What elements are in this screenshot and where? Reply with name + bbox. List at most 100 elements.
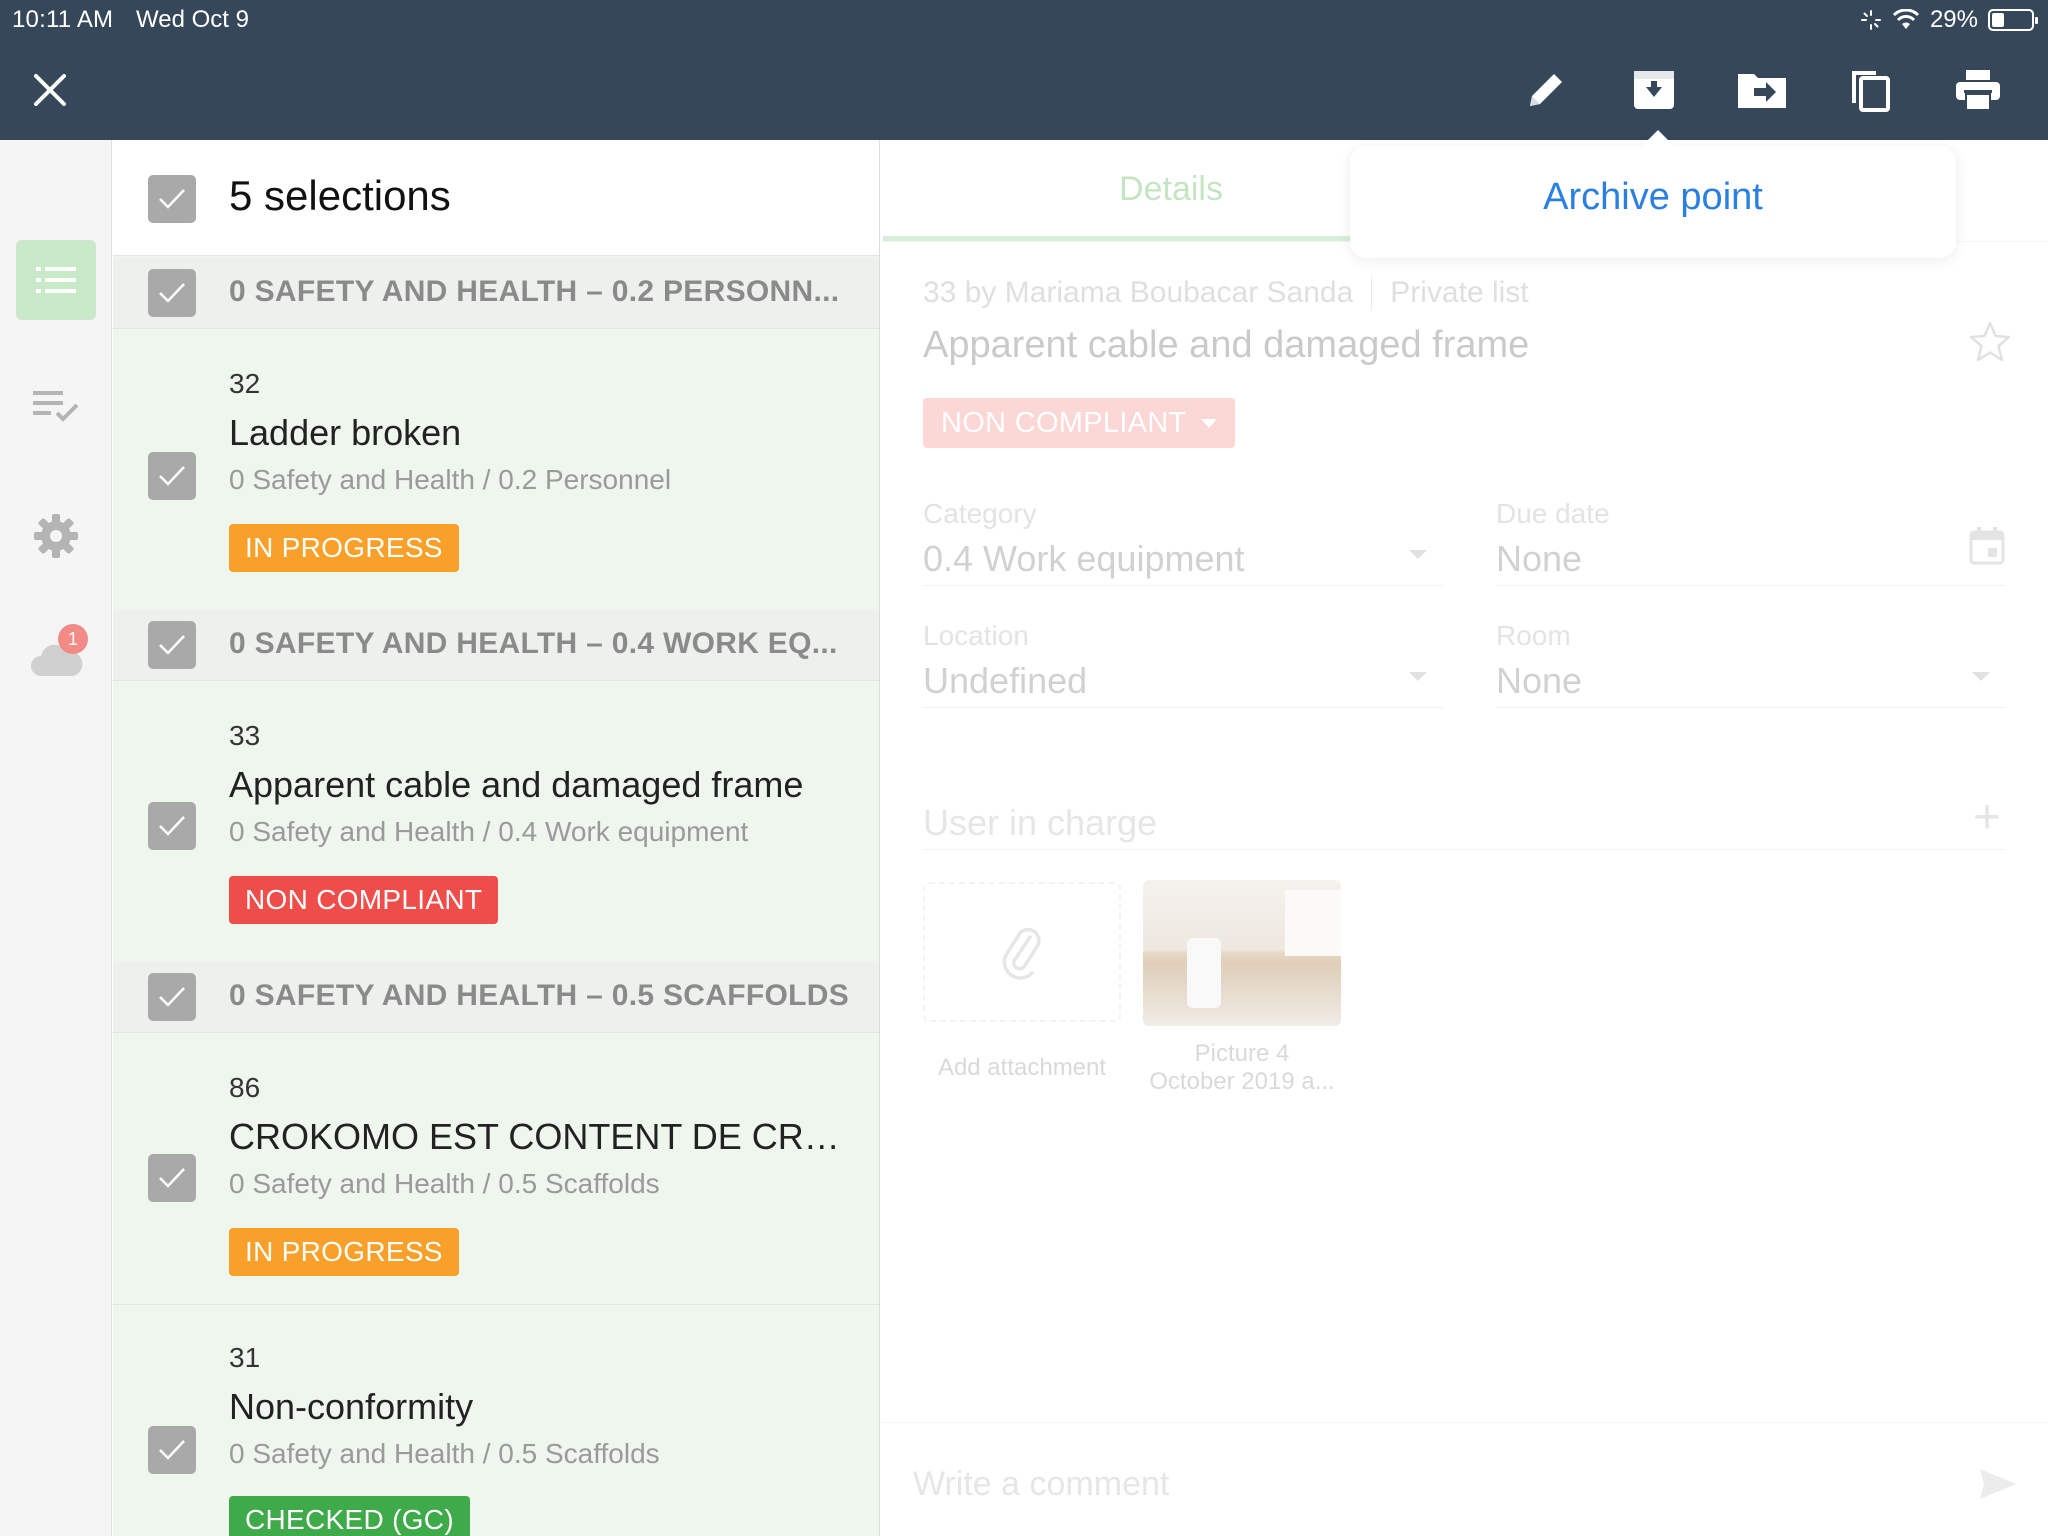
attachment-caption: Picture 4 October 2019 a...	[1131, 1040, 1353, 1096]
point-author: 33 by Mariama Boubacar Sanda	[923, 276, 1354, 309]
rail-settings[interactable]	[16, 496, 96, 576]
left-rail: 1	[0, 140, 112, 1536]
attachment-thumbnail[interactable]	[1143, 880, 1341, 1026]
group-label: 0 SAFETY AND HEALTH – 0.2 PERSONN...	[229, 275, 840, 308]
paperclip-icon	[1002, 927, 1041, 980]
item-title: Ladder broken	[229, 412, 462, 453]
item-path: 0 Safety and Health / 0.5 Scaffolds	[229, 1168, 660, 1199]
comment-input[interactable]: Write a comment	[913, 1465, 1169, 1504]
list-item[interactable]: 31 Non-conformity 0 Safety and Health / …	[113, 1306, 879, 1536]
status-dropdown-label: NON COMPLIANT	[941, 406, 1187, 439]
room-field[interactable]: Room None	[1496, 620, 2006, 708]
item-number: 33	[229, 720, 261, 751]
checkmark-icon	[159, 283, 185, 303]
wifi-icon	[1892, 9, 1920, 29]
item-checkbox[interactable]	[148, 802, 196, 850]
archive-popover: Archive point	[1350, 130, 1956, 258]
group-checkbox[interactable]	[148, 973, 196, 1021]
location-field[interactable]: Location Undefined	[923, 620, 1443, 708]
point-list: Private list	[1390, 276, 1529, 309]
print-button[interactable]	[1950, 62, 2006, 118]
send-icon[interactable]	[1978, 1467, 2018, 1506]
add-attachment-button[interactable]	[923, 882, 1121, 1022]
checkmark-icon	[159, 816, 185, 836]
status-date: Wed Oct 9	[136, 6, 249, 33]
rail-checklist[interactable]	[16, 366, 96, 446]
item-checkbox[interactable]	[148, 452, 196, 500]
category-value: 0.4 Work equipment	[923, 538, 1245, 579]
checkmark-icon	[159, 189, 185, 209]
list-item[interactable]: 86 CROKOMO EST CONTENT DE CRO... 0 Safet…	[113, 1034, 879, 1305]
room-label: Room	[1496, 620, 1571, 651]
item-title: Non-conformity	[229, 1386, 474, 1427]
status-dropdown[interactable]: NON COMPLIANT	[923, 398, 1235, 448]
archive-button[interactable]	[1626, 62, 1682, 118]
group-label: 0 SAFETY AND HEALTH – 0.4 WORK EQ...	[229, 627, 838, 660]
point-title[interactable]: Apparent cable and damaged frame	[923, 324, 1529, 367]
battery-level	[1992, 13, 2005, 27]
move-button[interactable]	[1734, 62, 1790, 118]
print-icon	[1956, 70, 2000, 111]
selection-list: 5 selections 0 SAFETY AND HEALTH – 0.2 P…	[113, 140, 880, 1536]
chevron-down-icon	[1409, 672, 1427, 681]
attachment-name: Picture 4	[1194, 1040, 1290, 1067]
group-header[interactable]: 0 SAFETY AND HEALTH – 0.4 WORK EQ...	[113, 609, 879, 681]
edit-icon	[1530, 74, 1562, 106]
chevron-down-icon	[1972, 672, 1990, 681]
close-button[interactable]	[26, 66, 74, 114]
duplicate-icon	[1852, 71, 1890, 112]
status-indicators: 29%	[1860, 6, 2038, 34]
duplicate-button[interactable]	[1842, 62, 1898, 118]
select-all-checkbox[interactable]	[148, 175, 196, 223]
gear-icon	[34, 514, 78, 558]
archive-point-action[interactable]: Archive point	[1350, 176, 1956, 219]
list-icon	[36, 267, 76, 293]
status-badge: IN PROGRESS	[229, 1228, 459, 1276]
list-item[interactable]: 32 Ladder broken 0 Safety and Health / 0…	[113, 330, 879, 611]
checkmark-icon	[159, 635, 185, 655]
checkmark-icon	[159, 1440, 185, 1460]
group-header[interactable]: 0 SAFETY AND HEALTH – 0.2 PERSONN...	[113, 257, 879, 329]
group-checkbox[interactable]	[148, 269, 196, 317]
status-badge: NON COMPLIANT	[229, 876, 499, 924]
location-value: Undefined	[923, 660, 1088, 701]
rail-list[interactable]	[16, 240, 96, 320]
due-date-field[interactable]: Due date None	[1496, 498, 2006, 586]
location-label: Location	[923, 620, 1029, 651]
item-path: 0 Safety and Health / 0.5 Scaffolds	[229, 1438, 660, 1469]
user-in-charge-field[interactable]: User in charge +	[923, 760, 2005, 850]
calendar-icon[interactable]	[1968, 526, 2006, 571]
star-icon	[1969, 321, 2011, 362]
edit-button[interactable]	[1518, 62, 1574, 118]
chevron-down-icon	[1409, 550, 1427, 559]
item-number: 86	[229, 1072, 261, 1103]
archive-icon	[1634, 71, 1674, 109]
item-number: 32	[229, 368, 261, 399]
item-checkbox[interactable]	[148, 1426, 196, 1474]
group-label: 0 SAFETY AND HEALTH – 0.5 SCAFFOLDS	[229, 979, 850, 1012]
room-value: None	[1496, 660, 1583, 701]
item-checkbox[interactable]	[148, 1154, 196, 1202]
item-path: 0 Safety and Health / 0.2 Personnel	[229, 464, 672, 495]
category-label: Category	[923, 498, 1037, 529]
group-header[interactable]: 0 SAFETY AND HEALTH – 0.5 SCAFFOLDS	[113, 961, 879, 1033]
item-number: 31	[229, 1342, 261, 1373]
detail-panel: Details 33 by Mariama Boubacar Sanda Pri…	[881, 140, 2048, 1536]
move-icon	[1738, 74, 1786, 108]
status-time: 10:11 AM	[12, 6, 114, 33]
add-user-icon[interactable]: +	[1973, 790, 2001, 845]
list-item[interactable]: 33 Apparent cable and damaged frame 0 Sa…	[113, 682, 879, 963]
group-checkbox[interactable]	[148, 621, 196, 669]
status-badge: CHECKED (GC)	[229, 1496, 470, 1536]
due-date-label: Due date	[1496, 498, 1610, 529]
checkmark-icon	[159, 987, 185, 1007]
favorite-button[interactable]	[1968, 320, 2012, 369]
meta-divider	[1371, 276, 1373, 310]
rail-sync[interactable]: 1	[16, 620, 96, 700]
category-field[interactable]: Category 0.4 Work equipment	[923, 498, 1443, 586]
sync-badge: 1	[58, 624, 88, 654]
checkmark-icon	[159, 1168, 185, 1188]
attachment-date: October 2019 a...	[1149, 1068, 1335, 1095]
item-title: Apparent cable and damaged frame	[229, 764, 804, 805]
list-header: 5 selections	[113, 140, 879, 256]
